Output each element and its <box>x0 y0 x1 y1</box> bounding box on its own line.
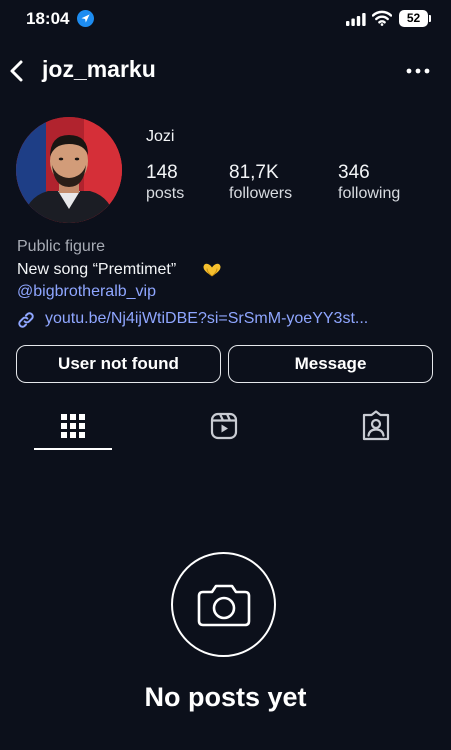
bio-external-link[interactable]: youtu.be/Nj4ijWtiDBE?si=SrSmM-yoeYY3st..… <box>45 310 368 328</box>
stat-posts-count[interactable]: 148 <box>146 162 178 184</box>
camera-icon <box>197 584 251 627</box>
empty-state-title: No posts yet <box>144 682 307 712</box>
reels-icon[interactable] <box>206 408 242 444</box>
message-button[interactable]: Message <box>228 345 433 383</box>
more-dots-icon[interactable] <box>406 68 430 74</box>
profile-bio: New song “Premtimet” <box>17 261 177 278</box>
link-icon <box>18 312 34 328</box>
avatar[interactable] <box>16 117 122 223</box>
battery-icon: 52 <box>399 10 428 27</box>
stat-following-count[interactable]: 346 <box>338 162 370 184</box>
stat-followers-label: followers <box>229 185 293 202</box>
display-name: Jozi <box>146 128 175 145</box>
cellular-signal-icon <box>346 13 366 26</box>
tagged-icon[interactable] <box>358 408 394 444</box>
stat-following-label: following <box>338 185 401 202</box>
wifi-icon <box>372 10 392 26</box>
heart-hands-emoji-icon <box>203 263 221 277</box>
user-not-found-button[interactable]: User not found <box>16 345 221 383</box>
grid-icon[interactable] <box>55 408 91 444</box>
battery-cap <box>429 15 431 22</box>
profile-category: Public figure <box>17 238 106 255</box>
chevron-left-icon[interactable] <box>8 58 26 84</box>
stat-posts-label: posts <box>146 185 185 202</box>
status-time: 18:04 <box>26 9 70 28</box>
stat-followers-count[interactable]: 81,7K <box>229 162 279 184</box>
location-arrow-icon <box>77 10 94 27</box>
bio-mention-link[interactable]: @bigbrotheralb_vip <box>17 283 156 301</box>
profile-username: joz_marku <box>42 56 156 82</box>
active-tab-indicator <box>34 448 112 450</box>
